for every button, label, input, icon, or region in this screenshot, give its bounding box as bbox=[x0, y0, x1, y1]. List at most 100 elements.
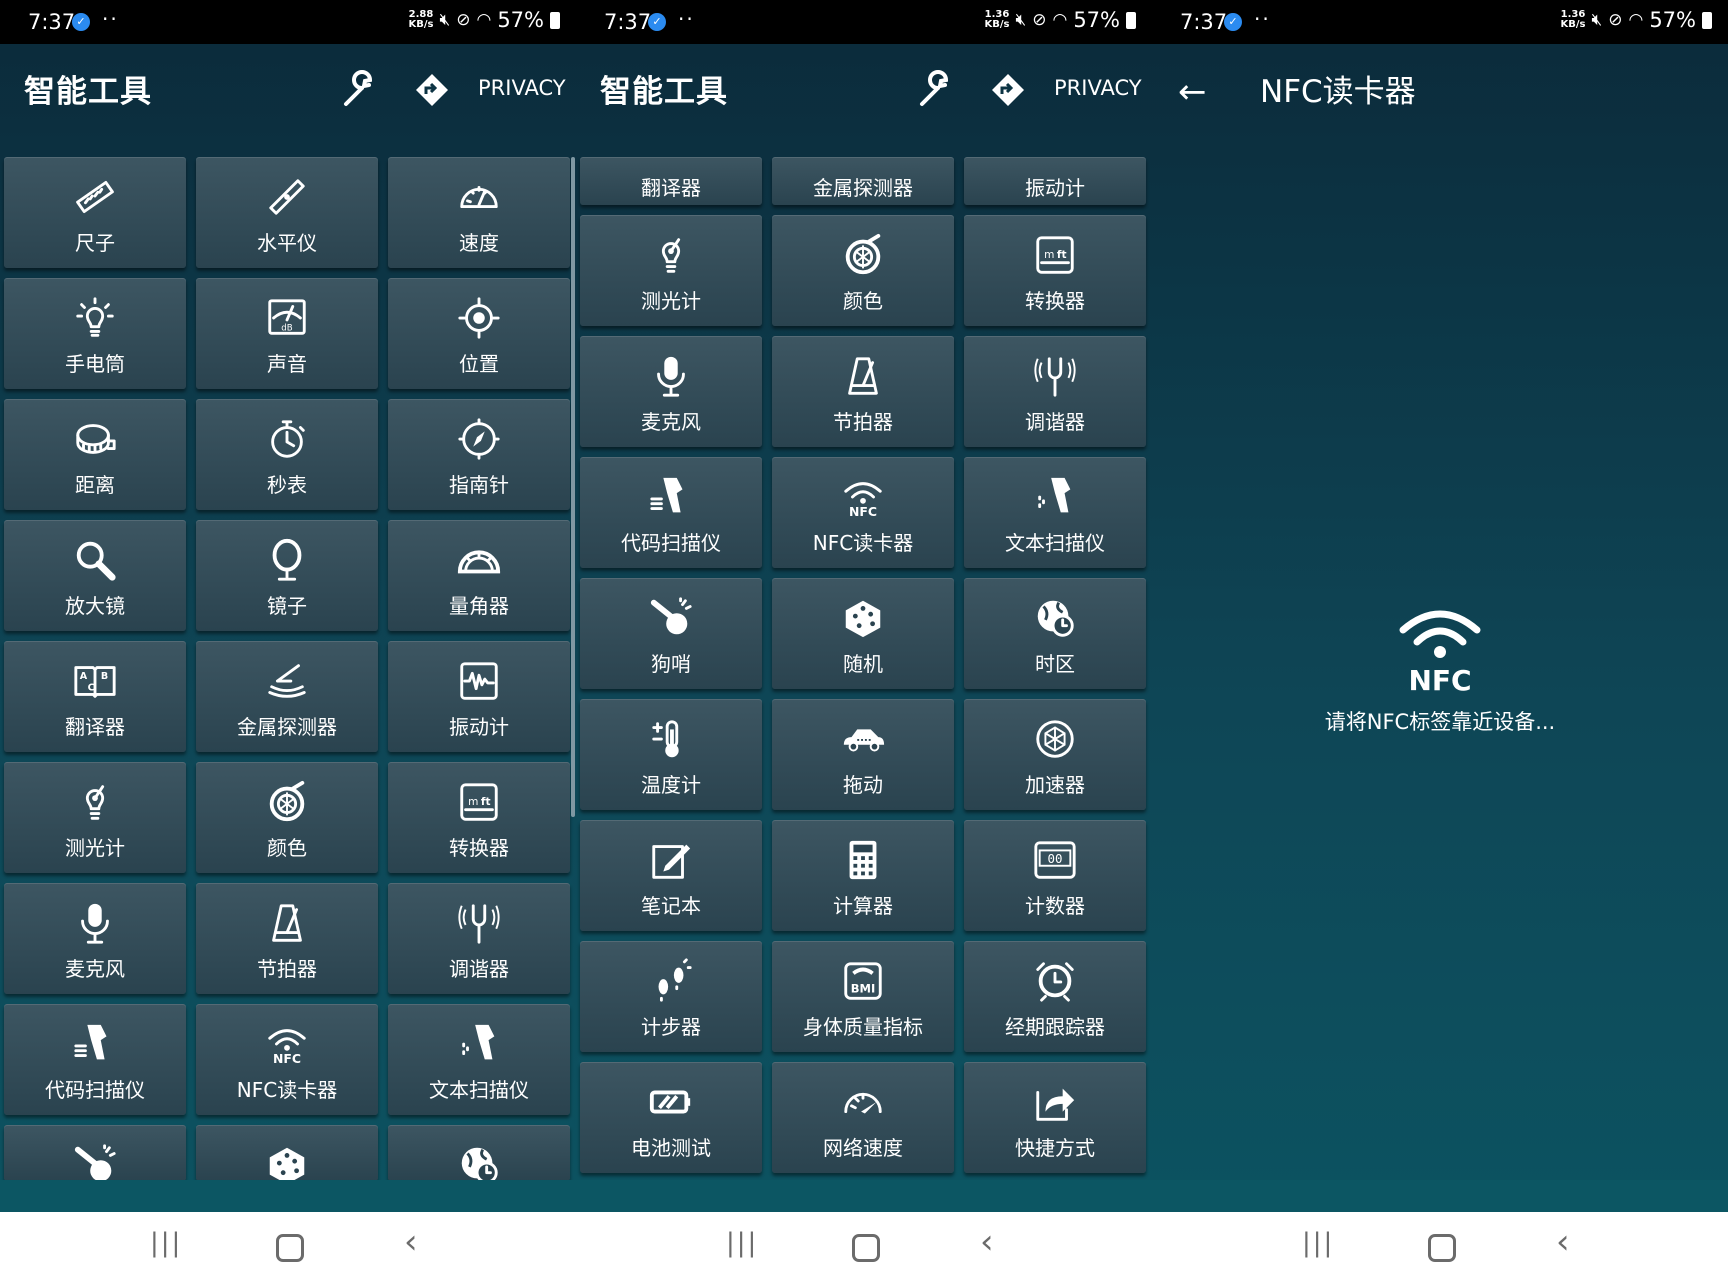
tool-tile[interactable]: 温度计 bbox=[580, 699, 762, 810]
tool-tile[interactable]: 节拍器 bbox=[196, 883, 378, 994]
ruler-icon bbox=[71, 173, 119, 221]
tool-tile[interactable]: 调谐器 bbox=[964, 336, 1146, 447]
tool-tile[interactable]: 加速器 bbox=[964, 699, 1146, 810]
tool-tile[interactable]: 麦克风 bbox=[580, 336, 762, 447]
tool-tile[interactable] bbox=[196, 1125, 378, 1185]
tool-tile[interactable]: 麦克风 bbox=[4, 883, 186, 994]
back-button[interactable]: ‹ bbox=[980, 1222, 994, 1262]
tool-tile[interactable]: BMI 身体质量指标 bbox=[772, 941, 954, 1052]
tool-tile[interactable]: dB 声音 bbox=[196, 278, 378, 389]
privacy-button[interactable]: PRIVACY bbox=[1054, 76, 1142, 100]
nfc-instruction-text: 请将NFC标签靠近设备... bbox=[1324, 710, 1556, 734]
tool-tile-label: 测光计 bbox=[641, 289, 701, 313]
tool-tile[interactable]: 拖动 bbox=[772, 699, 954, 810]
tools-grid: 尺子 水平仪 速度手电筒 dB 声音 位置距离 秒表 指南针放大镜 镜子 量角器 A B C 翻译器 金属探… bbox=[4, 157, 572, 1185]
tool-tile[interactable]: 快捷方式 bbox=[964, 1062, 1146, 1173]
tool-tile[interactable]: m ft 转换器 bbox=[964, 215, 1146, 326]
back-button[interactable]: ‹ bbox=[404, 1222, 418, 1262]
tool-tile[interactable]: 位置 bbox=[388, 278, 570, 389]
home-button[interactable] bbox=[276, 1234, 304, 1262]
tool-tile[interactable]: 振动计 bbox=[388, 641, 570, 752]
tool-tile[interactable]: 放大镜 bbox=[4, 520, 186, 631]
tool-tile[interactable]: 颜色 bbox=[196, 762, 378, 873]
tool-tile[interactable]: 翻译器 bbox=[580, 157, 762, 205]
navigation-icon[interactable] bbox=[988, 70, 1028, 110]
tool-tile[interactable]: 金属探测器 bbox=[196, 641, 378, 752]
privacy-button[interactable]: PRIVACY bbox=[478, 76, 566, 100]
battery-icon bbox=[1126, 11, 1136, 29]
tool-tile[interactable]: 时区 bbox=[964, 578, 1146, 689]
light-meter-icon bbox=[71, 778, 119, 826]
tool-tile[interactable]: 手电筒 bbox=[4, 278, 186, 389]
tool-tile[interactable]: 电池测试 bbox=[580, 1062, 762, 1173]
tool-tile[interactable]: 颜色 bbox=[772, 215, 954, 326]
tool-tile-label: 量角器 bbox=[449, 594, 509, 618]
tool-tile[interactable]: 文本扫描仪 bbox=[388, 1004, 570, 1115]
tool-tile[interactable]: 指南针 bbox=[388, 399, 570, 510]
tool-tile[interactable]: 量角器 bbox=[388, 520, 570, 631]
location-icon bbox=[455, 294, 503, 342]
calculator-icon bbox=[839, 836, 887, 884]
tool-tile[interactable]: 文本扫描仪 bbox=[964, 457, 1146, 568]
tool-tile[interactable]: 金属探测器 bbox=[772, 157, 954, 205]
text-scanner-icon bbox=[455, 1020, 503, 1068]
tool-tile[interactable]: 距离 bbox=[4, 399, 186, 510]
car-icon bbox=[839, 715, 887, 763]
tool-tile[interactable]: 经期跟踪器 bbox=[964, 941, 1146, 1052]
tool-tile[interactable]: 代码扫描仪 bbox=[4, 1004, 186, 1115]
status-time: 7:37 bbox=[604, 10, 652, 34]
scrollbar[interactable] bbox=[571, 157, 575, 817]
tool-tile-label: 指南针 bbox=[449, 473, 509, 497]
tool-tile[interactable]: 代码扫描仪 bbox=[580, 457, 762, 568]
tool-tile-label: 麦克风 bbox=[65, 957, 125, 981]
tool-tile[interactable]: 计算器 bbox=[772, 820, 954, 931]
recents-button[interactable]: ||| bbox=[150, 1228, 182, 1258]
tool-tile[interactable]: NFC NFC读卡器 bbox=[196, 1004, 378, 1115]
tool-tile-label: 秒表 bbox=[267, 473, 307, 497]
tool-tile[interactable]: 尺子 bbox=[4, 157, 186, 268]
tool-tile-label: 位置 bbox=[459, 352, 499, 376]
back-arrow-icon[interactable]: ← bbox=[1178, 72, 1207, 112]
home-button[interactable] bbox=[1428, 1234, 1456, 1262]
tool-tile[interactable] bbox=[388, 1125, 570, 1184]
bottom-strip bbox=[1152, 1180, 1728, 1212]
tool-tile[interactable]: NFC NFC读卡器 bbox=[772, 457, 954, 568]
tool-tile[interactable]: 镜子 bbox=[196, 520, 378, 631]
tool-tile[interactable]: 笔记本 bbox=[580, 820, 762, 931]
wrench-icon[interactable] bbox=[916, 68, 960, 112]
tool-tile[interactable]: 秒表 bbox=[196, 399, 378, 510]
recents-button[interactable]: ||| bbox=[726, 1228, 758, 1258]
tool-tile-label: 距离 bbox=[75, 473, 115, 497]
svg-text:A: A bbox=[80, 671, 88, 682]
home-button[interactable] bbox=[852, 1234, 880, 1262]
notification-icon: ✓ bbox=[648, 13, 666, 31]
tool-tile[interactable]: 测光计 bbox=[580, 215, 762, 326]
tool-tile[interactable]: 随机 bbox=[772, 578, 954, 689]
metronome-icon bbox=[839, 352, 887, 400]
navigation-icon[interactable] bbox=[412, 70, 452, 110]
tool-tile[interactable] bbox=[4, 1125, 186, 1182]
microphone-icon bbox=[647, 352, 695, 400]
tool-tile[interactable]: m ft 转换器 bbox=[388, 762, 570, 873]
tool-tile-label: 尺子 bbox=[75, 231, 115, 255]
nfc-prompt: NFC 请将NFC标签靠近设备... bbox=[1152, 600, 1728, 736]
network-speed-readout: 1.36 KB/s bbox=[984, 9, 1010, 30]
tool-tile[interactable]: 调谐器 bbox=[388, 883, 570, 994]
nfc-icon: NFC bbox=[839, 473, 887, 521]
tool-tile[interactable]: 振动计 bbox=[964, 157, 1146, 205]
tool-tile-label: 金属探测器 bbox=[237, 715, 337, 739]
back-button[interactable]: ‹ bbox=[1556, 1222, 1570, 1262]
tool-tile[interactable]: 00 计数器 bbox=[964, 820, 1146, 931]
tool-tile[interactable]: 节拍器 bbox=[772, 336, 954, 447]
tool-tile[interactable]: 测光计 bbox=[4, 762, 186, 873]
tool-tile[interactable]: 狗哨 bbox=[580, 578, 762, 689]
tool-tile-label: 振动计 bbox=[1025, 175, 1085, 200]
tool-tile[interactable]: 速度 bbox=[388, 157, 570, 268]
tool-tile[interactable]: 计步器 bbox=[580, 941, 762, 1052]
svg-text:BMI: BMI bbox=[851, 982, 876, 996]
wrench-icon[interactable] bbox=[340, 68, 384, 112]
tool-tile[interactable]: A B C 翻译器 bbox=[4, 641, 186, 752]
recents-button[interactable]: ||| bbox=[1302, 1228, 1334, 1258]
tool-tile[interactable]: 网络速度 bbox=[772, 1062, 954, 1173]
tool-tile[interactable]: 水平仪 bbox=[196, 157, 378, 268]
